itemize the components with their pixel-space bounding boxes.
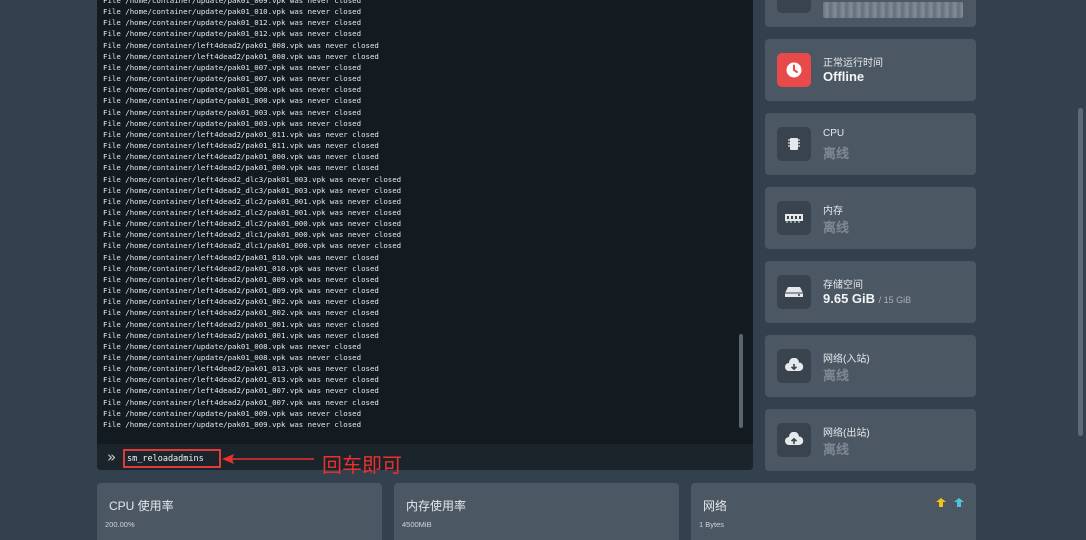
memory-usage-axis-max: 4500MiB bbox=[402, 520, 432, 529]
console-log-line: File /home/container/update/pak01_009.vp… bbox=[103, 419, 362, 429]
console-log-line: File /home/container/left4dead2/pak01_00… bbox=[103, 40, 379, 50]
network-in-value: 离线 bbox=[823, 368, 850, 383]
cpu-chip-icon bbox=[777, 127, 811, 161]
console-log-line: File /home/container/update/pak01_008.vp… bbox=[103, 353, 362, 362]
cpu-usage-title: CPU 使用率 bbox=[109, 499, 174, 513]
stat-card-storage: 存储空间 9.65 GiB / 15 GiB bbox=[765, 261, 976, 323]
console-log-line: File /home/container/left4dead2/pak01_00… bbox=[103, 330, 379, 340]
annotation-text: 回车即可 bbox=[322, 453, 402, 477]
stat-card-network-in: 网络(入站) 离线 bbox=[765, 335, 976, 397]
prompt-chevron-icon: » bbox=[107, 448, 117, 466]
memory-value: 离线 bbox=[823, 220, 850, 235]
console-log-line: File /home/container/left4dead2/pak01_00… bbox=[103, 286, 379, 296]
network-out-value: 离线 bbox=[823, 442, 850, 457]
console-log-line: File /home/container/left4dead2_dlc2/pak… bbox=[103, 207, 402, 217]
console-log-line: File /home/container/left4dead2/pak01_01… bbox=[103, 364, 379, 374]
console-log-line: File /home/container/left4dead2/pak01_00… bbox=[103, 297, 379, 307]
uptime-value: Offline bbox=[823, 69, 865, 84]
memory-label: 内存 bbox=[823, 206, 843, 217]
uptime-label: 正常运行时间 bbox=[823, 58, 883, 69]
console-log-line: File /home/container/left4dead2/pak01_01… bbox=[103, 263, 379, 273]
console-log-line: File /home/container/left4dead2/pak01_00… bbox=[103, 274, 379, 284]
console-log-line: File /home/container/update/pak01_000.vp… bbox=[103, 96, 362, 106]
network-out-label: 网络(出站) bbox=[823, 428, 870, 439]
console-log-line: File /home/container/left4dead2/pak01_00… bbox=[103, 319, 379, 329]
console-log-line: File /home/container/left4dead2/pak01_00… bbox=[103, 51, 379, 61]
memory-usage-title: 内存使用率 bbox=[406, 499, 467, 513]
console-log-line: File /home/container/left4dead2_dlc1/pak… bbox=[103, 241, 402, 251]
console-log-line: File /home/container/left4dead2/pak01_01… bbox=[103, 141, 379, 151]
cloud-download-icon bbox=[777, 349, 811, 383]
cpu-label: CPU bbox=[823, 128, 845, 139]
console-log-line: File /home/container/update/pak01_003.vp… bbox=[103, 107, 362, 117]
console-log-line: File /home/container/left4dead2_dlc2/pak… bbox=[103, 196, 402, 206]
console-log-line: File /home/container/left4dead2/pak01_00… bbox=[103, 308, 379, 318]
stat-card-memory: 内存 离线 bbox=[765, 187, 976, 249]
memory-usage-panel: 内存使用率 4500MiB bbox=[394, 483, 679, 540]
clock-icon bbox=[777, 53, 811, 87]
console-log-line: File /home/container/left4dead2_dlc2/pak… bbox=[103, 219, 402, 229]
storage-total: / 15 GiB bbox=[878, 295, 912, 305]
console-log-line: File /home/container/left4dead2/pak01_00… bbox=[103, 163, 379, 173]
stat-card-address bbox=[765, 0, 976, 27]
cpu-usage-panel: CPU 使用率 200.00% bbox=[97, 483, 382, 540]
blurred-address bbox=[823, 2, 963, 18]
console-input-row: » sm_reloadadmins bbox=[97, 444, 753, 470]
console-log-line: File /home/container/left4dead2/pak01_00… bbox=[103, 386, 379, 396]
console-log-line: File /home/container/left4dead2_dlc3/pak… bbox=[103, 185, 402, 195]
cpu-usage-axis-max: 200.00% bbox=[105, 520, 135, 529]
console-log-line: File /home/container/update/pak01_009.vp… bbox=[103, 408, 362, 418]
storage-value: 9.65 GiB / 15 GiB bbox=[823, 291, 911, 306]
storage-used: 9.65 GiB bbox=[823, 291, 876, 306]
console-log-line: File /home/container/left4dead2/pak01_01… bbox=[103, 252, 379, 262]
console-log-line: File /home/container/update/pak01_012.vp… bbox=[103, 18, 362, 28]
network-title: 网络 bbox=[703, 499, 728, 513]
console-log-line: File /home/container/left4dead2_dlc1/pak… bbox=[103, 230, 402, 240]
console-panel: File /home/container/update/pak01_009.vp… bbox=[97, 0, 753, 470]
cpu-value: 离线 bbox=[823, 146, 850, 161]
network-legend-icons bbox=[936, 498, 964, 507]
console-log-line: File /home/container/update/pak01_008.vp… bbox=[103, 341, 362, 351]
console-log-line: File /home/container/left4dead2/pak01_01… bbox=[103, 375, 379, 385]
console-log-line: File /home/container/update/pak01_000.vp… bbox=[103, 85, 362, 95]
console-log-line: File /home/container/update/pak01_007.vp… bbox=[103, 62, 362, 72]
stat-card-uptime: 正常运行时间 Offline bbox=[765, 39, 976, 101]
page-scrollbar[interactable] bbox=[1078, 108, 1083, 436]
console-log: File /home/container/update/pak01_009.vp… bbox=[103, 0, 733, 440]
network-address-icon bbox=[777, 0, 811, 13]
stat-card-network-out: 网络(出站) 离线 bbox=[765, 409, 976, 471]
memory-icon bbox=[777, 201, 811, 235]
cloud-upload-icon bbox=[777, 423, 811, 457]
console-log-line: File /home/container/left4dead2/pak01_00… bbox=[103, 397, 379, 407]
command-input[interactable]: sm_reloadadmins bbox=[127, 453, 204, 465]
network-in-label: 网络(入站) bbox=[823, 354, 870, 365]
console-log-line: File /home/container/update/pak01_007.vp… bbox=[103, 74, 362, 84]
annotation-arrow-icon bbox=[222, 454, 314, 464]
console-log-line: File /home/container/left4dead2/pak01_01… bbox=[103, 129, 379, 139]
storage-label: 存储空间 bbox=[823, 280, 863, 291]
console-log-line: File /home/container/update/pak01_012.vp… bbox=[103, 29, 362, 39]
console-scrollbar[interactable] bbox=[739, 334, 743, 428]
console-log-line: File /home/container/update/pak01_003.vp… bbox=[103, 118, 362, 128]
hard-drive-icon bbox=[777, 275, 811, 309]
console-log-line: File /home/container/left4dead2_dlc3/pak… bbox=[103, 174, 402, 184]
network-axis-max: 1 Bytes bbox=[699, 520, 725, 529]
command-input-highlight: sm_reloadadmins bbox=[123, 449, 221, 468]
stat-card-cpu: CPU 离线 bbox=[765, 113, 976, 175]
console-log-line: File /home/container/update/pak01_010.vp… bbox=[103, 7, 362, 17]
console-log-line: File /home/container/left4dead2/pak01_00… bbox=[103, 152, 379, 162]
network-panel: 网络 1 Bytes bbox=[691, 483, 976, 540]
